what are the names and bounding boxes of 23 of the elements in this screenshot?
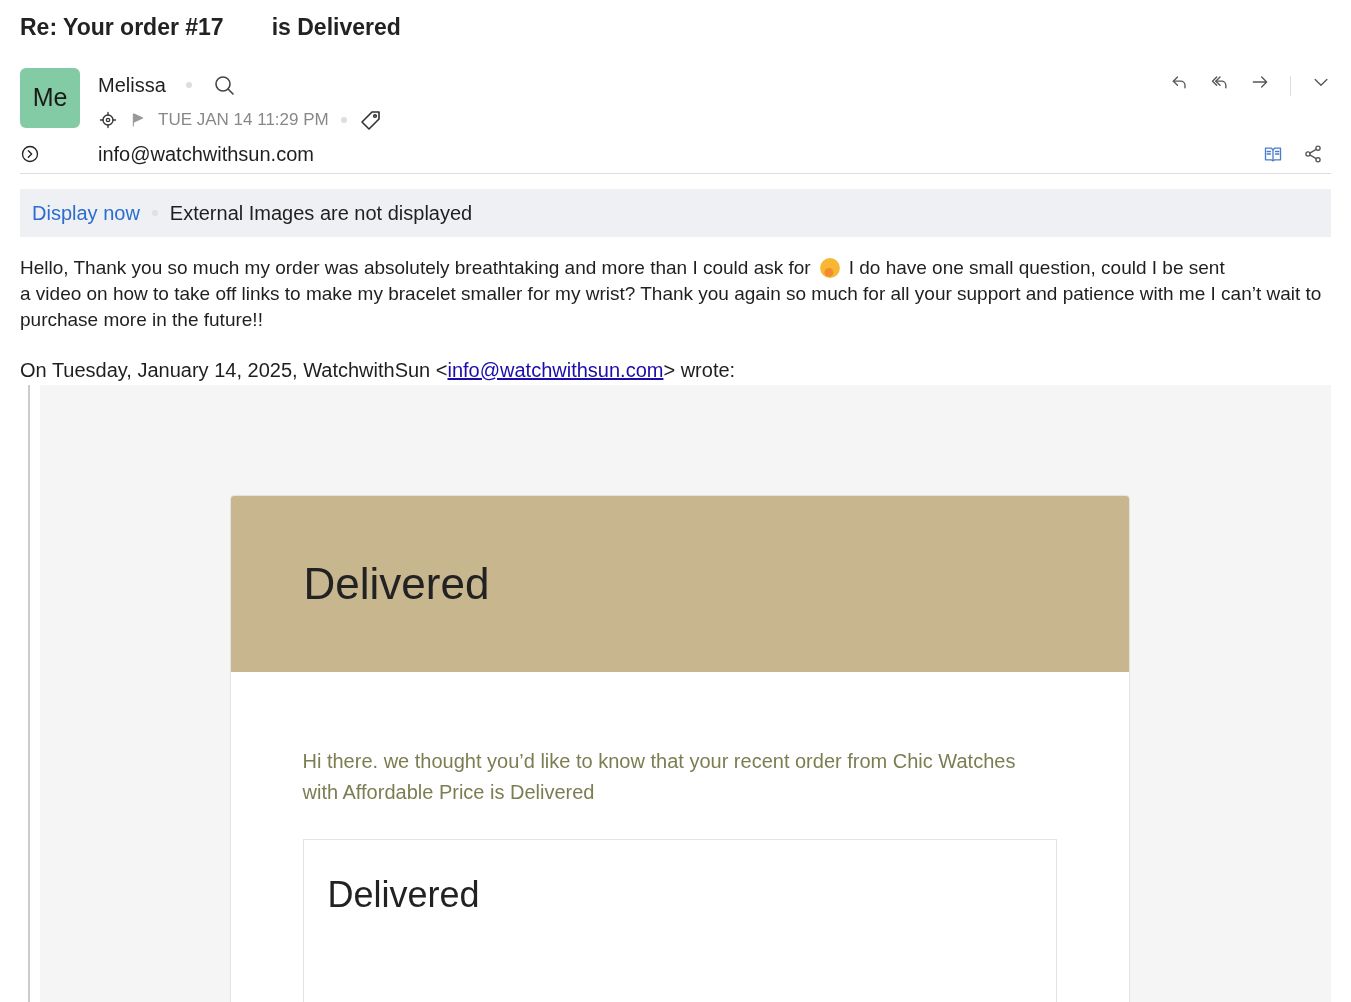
email-date: TUE JAN 14 11:29 PM: [158, 109, 329, 132]
header-title: Delivered: [303, 558, 490, 610]
email-link[interactable]: info@watchwithsun.com: [447, 359, 664, 381]
display-now-link[interactable]: Display now: [32, 198, 140, 228]
email-subject: Re: Your order #17: [20, 12, 224, 42]
images-message: External Images are not displayed: [169, 201, 473, 226]
quote-intro: > wrote:: [663, 359, 736, 381]
sender-email[interactable]: info@watchwithsun.com: [98, 138, 314, 169]
message-text: Hello, Thank you so much my order was absolutely breathtaking and more than I could ask for: [20, 256, 811, 280]
share-icon[interactable]: [1303, 143, 1323, 164]
quote-intro: On Tuesday, January 14, 2025, WatchwithSun <: [20, 359, 448, 381]
tag-icon[interactable]: [358, 108, 383, 132]
emoji-icon: [818, 257, 841, 279]
sender-name[interactable]: Melissa: [98, 70, 166, 100]
message-text: I do have one small question, could I be sent: [848, 256, 1225, 280]
expand-icon[interactable]: [20, 143, 40, 164]
flag-icon[interactable]: [130, 112, 146, 128]
delivery-message: Hi there. we thought you’d like to know that your recent order from Chic Watches with Affordable Price is Delivered: [302, 749, 1017, 805]
email-subject: is Delivered: [271, 12, 401, 42]
status-title: Delivered: [327, 874, 480, 915]
sender-avatar: Me: [20, 68, 80, 128]
target-icon[interactable]: [98, 110, 118, 130]
message-text: a video on how to take off links to make my bracelet smaller for my wrist? Thank you again so much for all your support and patience with me I can’t wait to purchase more in the future!!: [20, 282, 1323, 332]
